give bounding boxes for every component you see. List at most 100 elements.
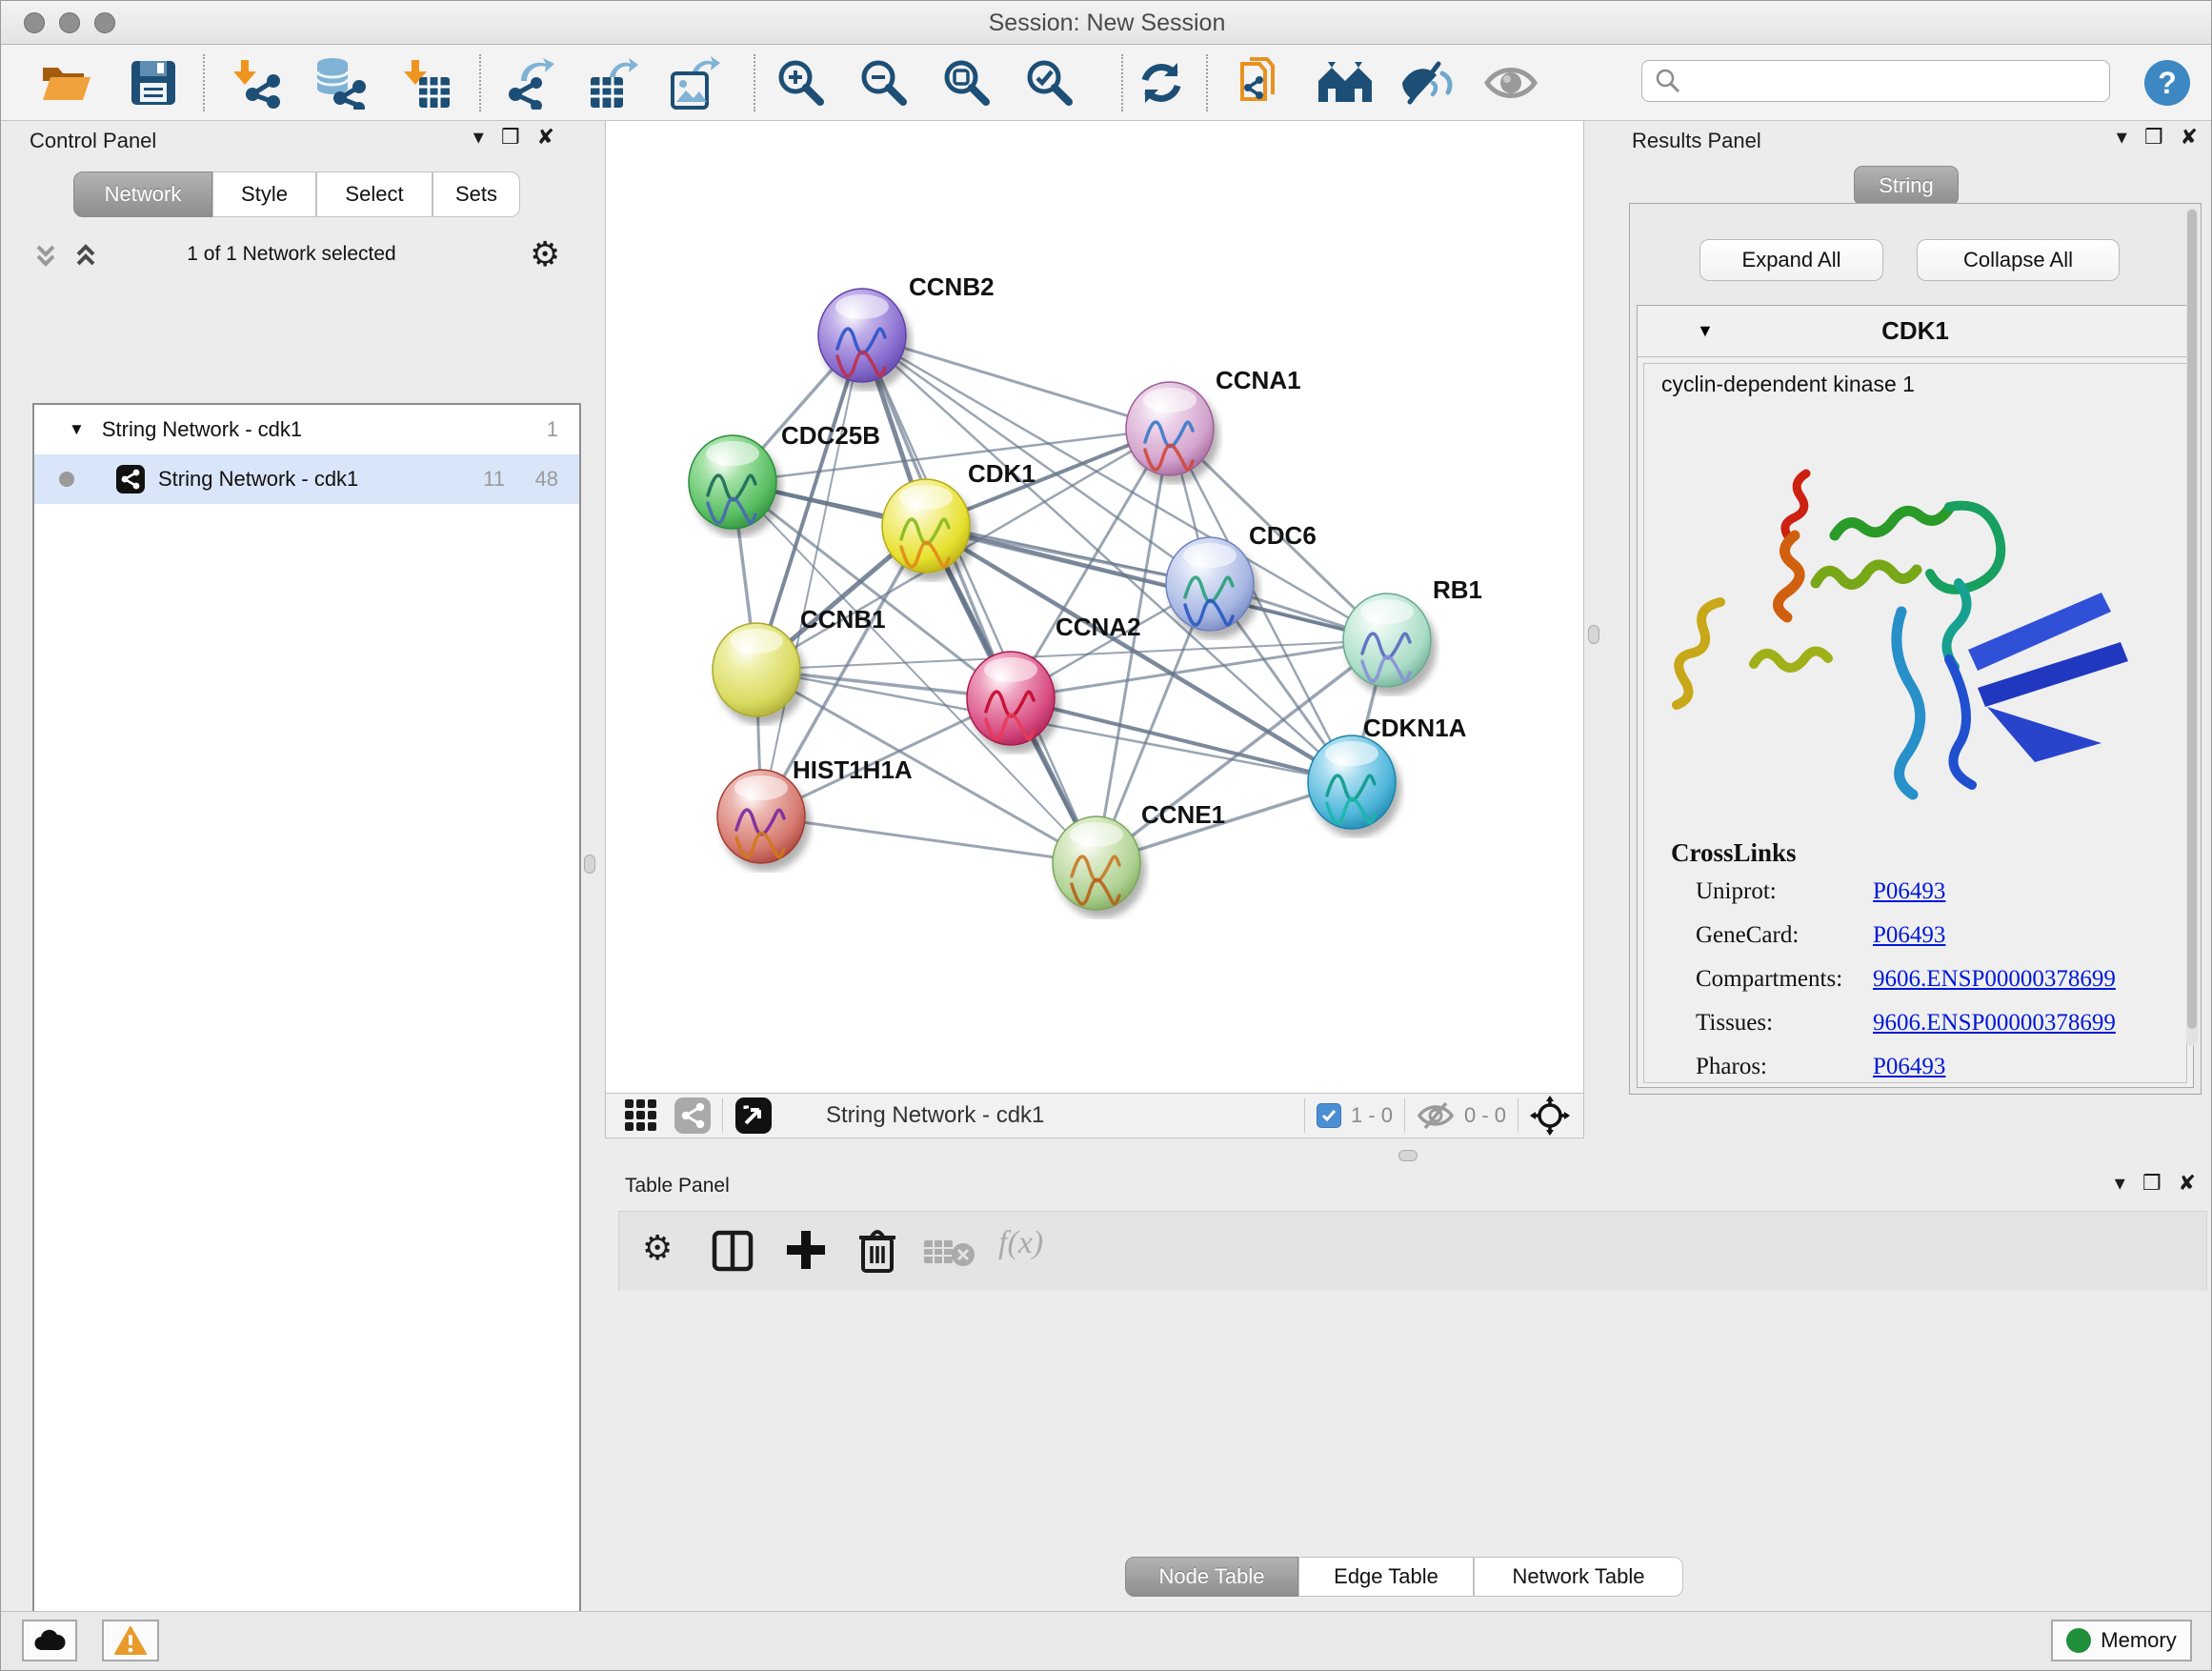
network-selection-status: 1 of 1 Network selected — [15, 243, 568, 266]
zoom-fit-button[interactable] — [935, 52, 998, 113]
open-in-window-icon[interactable] — [734, 1097, 773, 1135]
home-networks-button[interactable] — [1314, 52, 1377, 113]
panel-close-icon[interactable]: ✘ — [537, 127, 554, 148]
search-input[interactable] — [1682, 69, 2109, 93]
save-session-button[interactable] — [122, 52, 185, 113]
node-RB1[interactable]: RB1 — [1343, 575, 1482, 687]
node-HIST1H1A[interactable]: HIST1H1A — [717, 755, 913, 863]
show-columns-icon[interactable] — [711, 1229, 754, 1273]
control-panel-title: Control Panel — [30, 129, 156, 153]
network-collection-row[interactable]: ▼ String Network - cdk1 1 — [34, 405, 579, 454]
panel-close-icon[interactable]: ✘ — [2181, 127, 2198, 148]
import-table-icon — [400, 56, 453, 110]
bottom-splitter-handle[interactable] — [1398, 1150, 1418, 1161]
results-scrollbar[interactable] — [2186, 208, 2198, 1046]
export-network-button[interactable] — [499, 52, 562, 113]
network-view-canvas[interactable]: CCNB2CCNA1CDC25BCDK1CDC6RB1CCNB1CCNA2CDK… — [605, 121, 1584, 1093]
network-badge-gray-icon[interactable] — [674, 1097, 711, 1134]
panel-menu-icon[interactable]: ▾ — [473, 127, 484, 148]
cloud-status-button[interactable] — [22, 1620, 77, 1661]
panel-float-icon[interactable]: ❒ — [2144, 127, 2163, 148]
zoom-in-button[interactable] — [770, 52, 833, 113]
crosslink-uniprot-link[interactable]: P06493 — [1873, 878, 1945, 905]
panel-menu-icon[interactable]: ▾ — [2115, 1173, 2125, 1194]
crosslink-genecard-link[interactable]: P06493 — [1873, 922, 1945, 949]
grid-view-icon[interactable] — [623, 1097, 659, 1134]
tab-network[interactable]: Network — [73, 171, 212, 217]
string-network-badge-icon — [116, 465, 145, 493]
expander-icon[interactable]: ▼ — [69, 420, 85, 439]
crosslink-label: Uniprot: — [1696, 878, 1777, 904]
table-options-gear-icon[interactable]: ⚙ — [642, 1229, 673, 1268]
function-builder-icon[interactable]: f(x) — [998, 1225, 1043, 1261]
edge-count: 48 — [535, 467, 558, 492]
import-network-database-button[interactable] — [309, 52, 372, 113]
birds-eye-toggle-icon[interactable] — [1530, 1096, 1570, 1136]
network-graph[interactable]: CCNB2CCNA1CDC25BCDK1CDC6RB1CCNB1CCNA2CDK… — [606, 121, 1585, 1093]
warnings-button[interactable] — [102, 1620, 159, 1661]
delete-column-icon[interactable] — [855, 1225, 899, 1275]
hidden-elements-icon[interactable] — [1417, 1100, 1455, 1131]
import-table-button[interactable] — [395, 52, 458, 113]
collapse-all-button[interactable]: Collapse All — [1917, 239, 2120, 281]
tab-style[interactable]: Style — [212, 171, 316, 217]
zoom-selected-icon — [1023, 56, 1076, 110]
tab-network-table[interactable]: Network Table — [1474, 1557, 1683, 1597]
toggle-string-style-button[interactable] — [1397, 52, 1459, 113]
results-scrollbar-thumb[interactable] — [2187, 210, 2197, 1029]
zoom-fit-icon — [940, 56, 994, 110]
network-row-selected[interactable]: String Network - cdk1 11 48 — [34, 454, 579, 504]
node-CCNB1[interactable]: CCNB1 — [713, 605, 886, 716]
table-panel-title: Table Panel — [625, 1175, 730, 1198]
crosslink-pharos-link[interactable]: P06493 — [1873, 1054, 1945, 1080]
string-eye-icon — [1400, 60, 1456, 106]
zoom-selected-button[interactable] — [1018, 52, 1081, 113]
export-table-icon — [585, 56, 638, 110]
share-document-button[interactable] — [1230, 52, 1293, 113]
import-network-file-button[interactable] — [227, 52, 290, 113]
crosslink-compartments-link[interactable]: 9606.ENSP00000378699 — [1873, 966, 2116, 993]
add-column-icon[interactable] — [783, 1227, 829, 1273]
panel-menu-icon[interactable]: ▾ — [2117, 127, 2127, 148]
toolbar-separator — [1121, 54, 1123, 111]
node-label-CDKN1A: CDKN1A — [1363, 714, 1467, 742]
export-image-button[interactable] — [662, 52, 725, 113]
node-label-RB1: RB1 — [1433, 575, 1482, 604]
help-button[interactable]: ? — [2142, 58, 2192, 108]
export-table-button[interactable] — [580, 52, 643, 113]
preview-disabled-button[interactable] — [1479, 52, 1542, 113]
memory-button[interactable]: Memory — [2051, 1620, 2192, 1661]
node-gloss — [835, 294, 889, 319]
edge-CCNB2-HIST1H1A[interactable] — [761, 335, 862, 816]
crosslink-tissues-link[interactable]: 9606.ENSP00000378699 — [1873, 1010, 2116, 1037]
edge-CCNB2-CCNA1[interactable] — [862, 335, 1170, 429]
tab-sets[interactable]: Sets — [432, 171, 520, 217]
delete-table-icon[interactable] — [922, 1237, 975, 1267]
network-options-gear-icon[interactable]: ⚙ — [530, 235, 560, 274]
selected-nodes-checkbox[interactable] — [1317, 1103, 1341, 1128]
zoom-out-button[interactable] — [853, 52, 915, 113]
right-splitter-handle[interactable] — [1588, 625, 1599, 644]
refresh-button[interactable] — [1130, 52, 1193, 113]
node-CCNE1[interactable]: CCNE1 — [1053, 800, 1225, 910]
node-CDC6[interactable]: CDC6 — [1166, 521, 1317, 631]
node-label-CCNA1: CCNA1 — [1216, 366, 1301, 394]
panel-float-icon[interactable]: ❒ — [501, 127, 520, 148]
panel-float-icon[interactable]: ❒ — [2142, 1173, 2162, 1194]
tab-node-table[interactable]: Node Table — [1125, 1557, 1298, 1597]
panel-close-icon[interactable]: ✘ — [2179, 1173, 2196, 1194]
open-session-button[interactable] — [34, 52, 97, 113]
node-label-HIST1H1A: HIST1H1A — [793, 755, 913, 784]
tab-select[interactable]: Select — [316, 171, 432, 217]
tab-edge-table[interactable]: Edge Table — [1298, 1557, 1474, 1597]
node-CDK1[interactable]: CDK1 — [882, 459, 1036, 573]
toolbar-separator — [1404, 1098, 1405, 1133]
node-CDKN1A[interactable]: CDKN1A — [1308, 714, 1467, 829]
protein-card-header[interactable]: ▼ CDK1 — [1638, 306, 2193, 357]
tab-string[interactable]: String — [1854, 166, 1959, 206]
expand-all-button[interactable]: Expand All — [1699, 239, 1883, 281]
left-splitter-handle[interactable] — [584, 855, 595, 874]
edge-HIST1H1A-CCNE1[interactable] — [761, 816, 1096, 863]
node-CCNA1[interactable]: CCNA1 — [1126, 366, 1301, 475]
search-box — [1641, 60, 2110, 102]
